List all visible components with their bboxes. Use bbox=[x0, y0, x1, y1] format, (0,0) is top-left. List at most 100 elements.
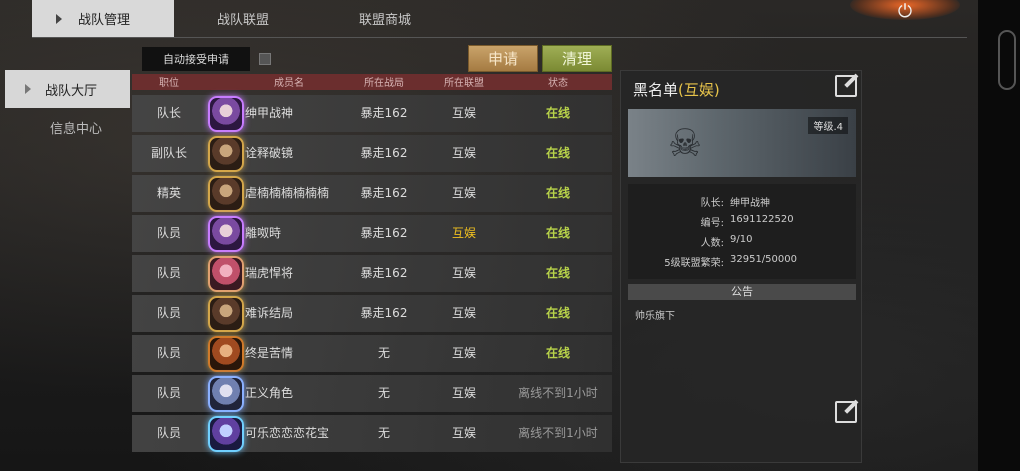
auto-accept-checkbox[interactable] bbox=[259, 53, 271, 65]
header-name: 成员名 bbox=[274, 78, 304, 89]
team-banner: ☠ 等级.4 bbox=[628, 109, 856, 177]
info-value: 1691122520 bbox=[730, 214, 794, 225]
member-zone: 无 bbox=[377, 386, 390, 400]
sidebar-item-label: 信息中心 bbox=[50, 121, 103, 137]
table-row[interactable]: 队员 可乐恋恋恋花宝 无 互娱 离线不到1小时 bbox=[132, 415, 612, 452]
avatar bbox=[208, 136, 244, 172]
avatar bbox=[208, 216, 244, 252]
member-alliance: 互娱 bbox=[451, 386, 476, 400]
top-tab-bar: 战队管理 战队联盟 联盟商城 bbox=[32, 0, 967, 38]
member-status: 在线 bbox=[545, 186, 570, 200]
member-zone: 无 bbox=[377, 426, 390, 440]
alliance-suffix: (互娱) bbox=[678, 81, 720, 99]
info-key: 队长: bbox=[700, 198, 724, 209]
info-value: 9/10 bbox=[730, 234, 753, 245]
member-status: 在线 bbox=[545, 146, 570, 160]
table-row[interactable]: 队员 正义角色 无 互娱 离线不到1小时 bbox=[132, 375, 612, 412]
power-icon[interactable]: ⏻ bbox=[878, 0, 932, 22]
edit-notice-icon[interactable] bbox=[835, 401, 857, 423]
member-position: 队员 bbox=[156, 346, 181, 360]
info-key: 编号: bbox=[700, 218, 724, 229]
member-zone: 暴走162 bbox=[360, 106, 408, 120]
member-position: 副队长 bbox=[150, 146, 187, 160]
header-position: 职位 bbox=[159, 78, 179, 89]
avatar bbox=[208, 296, 244, 332]
sidebar-item-info-center[interactable]: 信息中心 bbox=[5, 108, 130, 146]
screen-edge bbox=[978, 0, 1020, 471]
member-alliance: 互娱 bbox=[451, 426, 476, 440]
table-header: 职位 成员名 所在战局 所在联盟 状态 bbox=[132, 74, 612, 90]
member-status: 在线 bbox=[545, 226, 570, 240]
info-key: 5级联盟繁荣: bbox=[664, 258, 724, 269]
panel-title: 黑名单(互娱) bbox=[633, 79, 720, 100]
clear-button[interactable]: 清理 bbox=[542, 45, 612, 72]
edit-icon[interactable] bbox=[835, 75, 857, 97]
avatar bbox=[208, 96, 244, 132]
member-status: 离线不到1小时 bbox=[518, 386, 598, 400]
member-alliance: 互娱 bbox=[451, 306, 476, 320]
table-row[interactable]: 队员 终是苦情 无 互娱 在线 bbox=[132, 335, 612, 372]
tab-alliance-shop[interactable]: 联盟商城 bbox=[359, 0, 459, 37]
table-row[interactable]: 队员 瑞虎悍将 暴走162 互娱 在线 bbox=[132, 255, 612, 292]
team-info: 队长: 绅甲战神 编号: 1691122520 人数: 9/10 5级联盟繁荣:… bbox=[628, 184, 856, 279]
team-level: 等级.4 bbox=[808, 117, 848, 134]
info-value: 32951/50000 bbox=[730, 254, 797, 265]
tab-team-management[interactable]: 战队管理 bbox=[32, 0, 174, 37]
avatar bbox=[208, 416, 244, 452]
member-alliance: 互娱 bbox=[451, 106, 476, 120]
info-key: 人数: bbox=[700, 238, 724, 249]
avatar bbox=[208, 176, 244, 212]
tab-team-alliance[interactable]: 战队联盟 bbox=[217, 0, 317, 37]
avatar bbox=[208, 376, 244, 412]
member-zone: 暴走162 bbox=[360, 146, 408, 160]
member-alliance: 互娱 bbox=[451, 346, 476, 360]
member-status: 在线 bbox=[545, 346, 570, 360]
skull-emblem-icon: ☠ bbox=[667, 121, 703, 165]
member-alliance: 互娱 bbox=[451, 266, 476, 280]
blacklist-title: 黑名单 bbox=[633, 81, 679, 99]
chevron-right-icon bbox=[56, 13, 62, 24]
header-alliance: 所在联盟 bbox=[444, 78, 484, 89]
member-alliance: 互娱 bbox=[451, 186, 476, 200]
chevron-right-icon bbox=[25, 84, 31, 94]
auto-accept-label: 自动接受申请 bbox=[142, 47, 250, 71]
header-zone: 所在战局 bbox=[364, 78, 404, 89]
tab-label: 战队联盟 bbox=[217, 13, 270, 28]
member-alliance: 互娱 bbox=[451, 226, 476, 240]
table-row[interactable]: 队员 难诉结局 暴走162 互娱 在线 bbox=[132, 295, 612, 332]
member-status: 在线 bbox=[545, 306, 570, 320]
member-zone: 暴走162 bbox=[360, 306, 408, 320]
member-zone: 暴走162 bbox=[360, 186, 408, 200]
apply-button[interactable]: 申请 bbox=[468, 45, 538, 72]
edge-pill bbox=[998, 30, 1016, 90]
member-position: 队员 bbox=[156, 306, 181, 320]
member-position: 队员 bbox=[156, 226, 181, 240]
avatar bbox=[208, 336, 244, 372]
team-info-panel: 黑名单(互娱) ☠ 等级.4 队长: 绅甲战神 编号: 1691122520 人… bbox=[620, 70, 862, 463]
notice-header: 公告 bbox=[628, 284, 856, 300]
member-position: 队长 bbox=[156, 106, 181, 120]
member-position: 队员 bbox=[156, 386, 181, 400]
member-status: 在线 bbox=[545, 106, 570, 120]
tab-label: 联盟商城 bbox=[359, 13, 412, 28]
member-list: 队长 绅甲战神 暴走162 互娱 在线 副队长 诠释破镜 暴走162 互娱 在线… bbox=[132, 95, 612, 455]
member-alliance: 互娱 bbox=[451, 146, 476, 160]
member-zone: 暴走162 bbox=[360, 266, 408, 280]
notice-text: 帅乐旗下 bbox=[635, 311, 675, 322]
member-position: 精英 bbox=[156, 186, 181, 200]
header-status: 状态 bbox=[548, 78, 568, 89]
table-row[interactable]: 副队长 诠释破镜 暴走162 互娱 在线 bbox=[132, 135, 612, 172]
member-status: 在线 bbox=[545, 266, 570, 280]
info-value: 绅甲战神 bbox=[730, 198, 770, 209]
member-zone: 无 bbox=[377, 346, 390, 360]
member-status: 离线不到1小时 bbox=[518, 426, 598, 440]
table-row[interactable]: 队员 離呶時 暴走162 互娱 在线 bbox=[132, 215, 612, 252]
avatar bbox=[208, 256, 244, 292]
member-position: 队员 bbox=[156, 266, 181, 280]
sidebar-item-team-hall[interactable]: 战队大厅 bbox=[5, 70, 130, 108]
member-zone: 暴走162 bbox=[360, 226, 408, 240]
tab-label: 战队管理 bbox=[78, 13, 131, 28]
table-row[interactable]: 队长 绅甲战神 暴走162 互娱 在线 bbox=[132, 95, 612, 132]
table-row[interactable]: 精英 虐楠楠楠楠楠楠 暴走162 互娱 在线 bbox=[132, 175, 612, 212]
sidebar-item-label: 战队大厅 bbox=[45, 83, 98, 99]
